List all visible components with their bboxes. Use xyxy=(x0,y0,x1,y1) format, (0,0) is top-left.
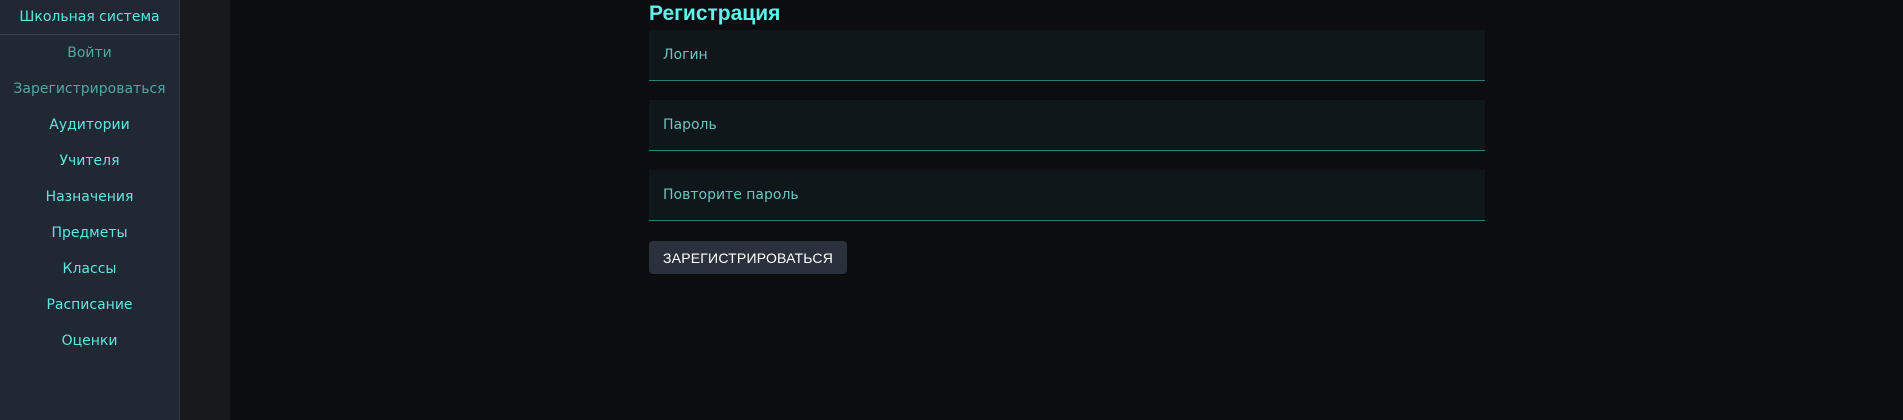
sidebar-item-register[interactable]: Зарегистрироваться xyxy=(0,71,179,107)
sidebar-gutter xyxy=(180,0,230,420)
sidebar-item-subjects[interactable]: Предметы xyxy=(0,215,179,251)
sidebar-item-schedule[interactable]: Расписание xyxy=(0,287,179,323)
sidebar: Школьная система Войти Зарегистрироватьс… xyxy=(0,0,180,420)
login-field-container xyxy=(649,30,1485,81)
sidebar-item-login[interactable]: Войти xyxy=(0,35,179,71)
registration-form: Регистрация ЗАРЕГИСТРИРОВАТЬСЯ xyxy=(649,0,1485,274)
sidebar-item-grades[interactable]: Оценки xyxy=(0,323,179,359)
repeat-password-input[interactable] xyxy=(649,170,1485,220)
sidebar-item-assignments[interactable]: Назначения xyxy=(0,179,179,215)
password-field-container xyxy=(649,100,1485,151)
password-input[interactable] xyxy=(649,100,1485,150)
register-button[interactable]: ЗАРЕГИСТРИРОВАТЬСЯ xyxy=(649,241,848,274)
page-title: Регистрация xyxy=(649,2,781,25)
brand-title[interactable]: Школьная система xyxy=(0,0,179,35)
repeat-password-field-container xyxy=(649,170,1485,221)
main-content: Регистрация ЗАРЕГИСТРИРОВАТЬСЯ xyxy=(230,0,1903,420)
app-root: Школьная система Войти Зарегистрироватьс… xyxy=(0,0,1903,420)
login-input[interactable] xyxy=(649,30,1485,80)
sidebar-item-classes[interactable]: Классы xyxy=(0,251,179,287)
sidebar-item-teachers[interactable]: Учителя xyxy=(0,143,179,179)
sidebar-item-classrooms[interactable]: Аудитории xyxy=(0,107,179,143)
